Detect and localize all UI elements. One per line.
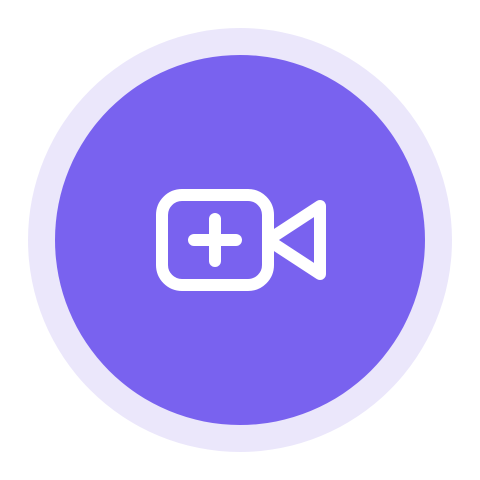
new-video-call-widget [0,0,480,480]
video-plus-icon [156,187,328,293]
camera-lens-triangle [262,200,326,280]
